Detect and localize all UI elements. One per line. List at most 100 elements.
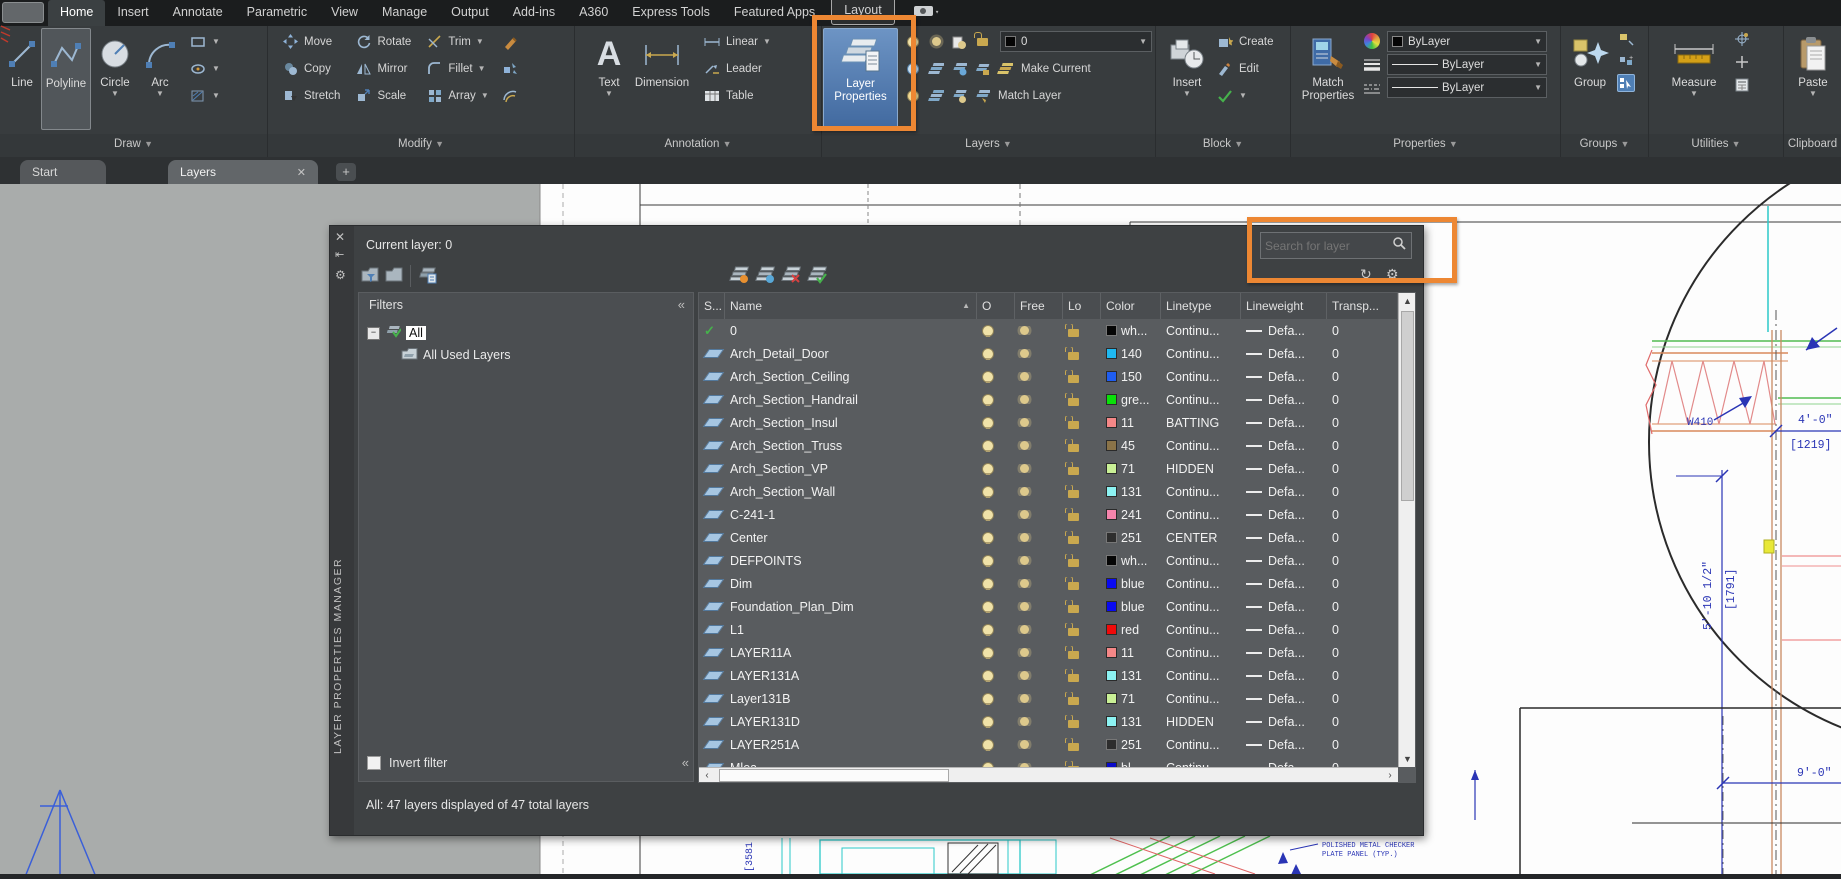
column-header-color[interactable]: Color bbox=[1101, 293, 1161, 319]
layer-freeze-sun-icon[interactable] bbox=[1015, 533, 1063, 542]
layer-unlock-icon[interactable] bbox=[1063, 324, 1101, 337]
layer-linetype[interactable]: Continu... bbox=[1161, 692, 1241, 706]
layer-row-arch_section_handrail[interactable]: Arch_Section_Handrail gre... Continu... Def… bbox=[699, 388, 1398, 411]
panel-label-clipboard[interactable]: Clipboard bbox=[1784, 134, 1841, 157]
layer-linetype[interactable]: HIDDEN bbox=[1161, 462, 1241, 476]
layer-freeze-sun-icon[interactable] bbox=[1015, 625, 1063, 634]
layer-row-l1[interactable]: L1 red Continu... Defa... 0 bbox=[699, 618, 1398, 641]
layer-on-bulb-icon[interactable] bbox=[977, 692, 1015, 705]
layer-lineweight[interactable]: Defa... bbox=[1241, 393, 1327, 407]
layer-unlock-icon[interactable] bbox=[1063, 462, 1101, 475]
layer-lineweight[interactable]: Defa... bbox=[1241, 600, 1327, 614]
layer-linetype[interactable]: Continu... bbox=[1161, 577, 1241, 591]
new-layer-vp-frozen-icon[interactable] bbox=[754, 265, 776, 290]
layer-linetype[interactable]: CENTER bbox=[1161, 531, 1241, 545]
group-edit-icon[interactable]: + bbox=[1617, 52, 1635, 70]
make-current-icon[interactable] bbox=[996, 60, 1014, 78]
panel-label-groups[interactable]: Groups ▼ bbox=[1561, 134, 1648, 157]
tree-expand-icon[interactable]: − bbox=[367, 326, 380, 340]
layer-unlock-icon[interactable] bbox=[1063, 738, 1101, 751]
layer-lineweight[interactable]: Defa... bbox=[1241, 324, 1327, 338]
layer-freeze-sun-icon[interactable] bbox=[1015, 648, 1063, 657]
filter-tree-all-used[interactable]: All Used Layers bbox=[401, 347, 511, 363]
layer-on-bulb-icon[interactable] bbox=[977, 347, 1015, 360]
text-dropdown-icon[interactable]: ▼ bbox=[605, 90, 613, 98]
layer-name[interactable]: 0 bbox=[725, 324, 977, 338]
layer-on-bulb-icon[interactable] bbox=[977, 393, 1015, 406]
layer-row-0[interactable]: ✓ 0 wh... Continu... Defa... 0 bbox=[699, 319, 1398, 342]
circle-dropdown-icon[interactable]: ▼ bbox=[111, 90, 119, 98]
panel-label-annotation[interactable]: Annotation ▼ bbox=[575, 134, 821, 157]
layer-row-foundation_plan_dim[interactable]: Foundation_Plan_Dim blue Continu... Defa...… bbox=[699, 595, 1398, 618]
offset-button[interactable] bbox=[501, 82, 519, 109]
layer-row-layer131d[interactable]: LAYER131D 131 HIDDEN Defa... 0 bbox=[699, 710, 1398, 733]
autohide-pin-icon[interactable]: ⇤ bbox=[335, 248, 344, 261]
ungroup-icon[interactable] bbox=[1617, 30, 1635, 48]
layer-name[interactable]: Arch_Section_Ceiling bbox=[725, 370, 977, 384]
rectangle-tool-button[interactable]: ▼ bbox=[189, 28, 220, 55]
layer-freeze-sun-icon[interactable] bbox=[1015, 326, 1063, 335]
layer-row-layer11a[interactable]: LAYER11A 11 Continu... Defa... 0 bbox=[699, 641, 1398, 664]
layer-linetype[interactable]: Continu... bbox=[1161, 393, 1241, 407]
layer-color[interactable]: 150 bbox=[1101, 370, 1161, 384]
layer-color[interactable]: 45 bbox=[1101, 439, 1161, 453]
layer-lineweight[interactable]: Defa... bbox=[1241, 554, 1327, 568]
layer-name[interactable]: Foundation_Plan_Dim bbox=[725, 600, 977, 614]
ribbon-tab-home[interactable]: Home bbox=[48, 0, 106, 26]
layer-on-bulb-icon[interactable] bbox=[977, 439, 1015, 452]
layer-lineweight[interactable]: Defa... bbox=[1241, 531, 1327, 545]
ribbon-tab-annotate[interactable]: Annotate bbox=[161, 0, 235, 26]
layer-color[interactable]: 71 bbox=[1101, 692, 1161, 706]
insert-block-button[interactable]: Insert ▼ bbox=[1164, 28, 1210, 130]
layer-linetype[interactable]: Continu... bbox=[1161, 646, 1241, 660]
layer-stack-icon-3[interactable] bbox=[927, 87, 945, 105]
layer-row-defpoints[interactable]: DEFPOINTS wh... Continu... Defa... 0 bbox=[699, 549, 1398, 572]
layer-on-bulb-icon[interactable] bbox=[977, 416, 1015, 429]
layer-states-manager-icon[interactable] bbox=[416, 265, 438, 290]
layer-lineweight[interactable]: Defa... bbox=[1241, 623, 1327, 637]
layer-freeze-sun-icon[interactable] bbox=[1015, 487, 1063, 496]
layer-transparency[interactable]: 0 bbox=[1327, 508, 1398, 522]
circle-tool-button[interactable]: Circle ▼ bbox=[91, 28, 139, 130]
layer-linetype[interactable]: Continu... bbox=[1161, 623, 1241, 637]
layer-lineweight[interactable]: Defa... bbox=[1241, 485, 1327, 499]
quick-calc-icon[interactable] bbox=[1733, 76, 1751, 94]
layer-linetype[interactable]: Continu... bbox=[1161, 738, 1241, 752]
layer-unlock-icon[interactable] bbox=[1063, 623, 1101, 636]
layer-linetype[interactable]: Continu... bbox=[1161, 669, 1241, 683]
filter-tree-all[interactable]: − All bbox=[367, 325, 426, 341]
layer-on-bulb-icon[interactable] bbox=[977, 370, 1015, 383]
layer-color[interactable]: wh... bbox=[1101, 554, 1161, 568]
tree-item-all-used-layers[interactable]: All Used Layers bbox=[423, 348, 511, 362]
layer-color[interactable]: 131 bbox=[1101, 669, 1161, 683]
panel-label-layers[interactable]: Layers ▼ bbox=[822, 134, 1155, 157]
hscroll-thumb[interactable] bbox=[719, 769, 949, 782]
layer-linetype[interactable]: Continu... bbox=[1161, 347, 1241, 361]
layer-color[interactable]: 131 bbox=[1101, 715, 1161, 729]
layer-lineweight[interactable]: Defa... bbox=[1241, 715, 1327, 729]
layer-unlock-icon[interactable] bbox=[1063, 508, 1101, 521]
layer-transparency[interactable]: 0 bbox=[1327, 531, 1398, 545]
layer-on-bulb-icon[interactable] bbox=[977, 324, 1015, 337]
layer-name[interactable]: Dim bbox=[725, 577, 977, 591]
trim-button[interactable]: Trim ▼ bbox=[425, 28, 488, 55]
layer-lineweight[interactable]: Defa... bbox=[1241, 462, 1327, 476]
layer-unlock-icon[interactable] bbox=[1063, 439, 1101, 452]
layer-row-mlea-[interactable]: Mlea...bl...Continu...Defa...0 bbox=[699, 756, 1398, 767]
layer-unlock-icon[interactable] bbox=[1063, 554, 1101, 567]
group-button[interactable]: Group bbox=[1565, 28, 1615, 130]
array-button[interactable]: Array ▼ bbox=[425, 82, 489, 109]
layer-row-layer251a[interactable]: LAYER251A 251 Continu... Defa... 0 bbox=[699, 733, 1398, 756]
delete-layer-icon[interactable] bbox=[780, 265, 802, 290]
layer-on-bulb-icon[interactable] bbox=[977, 623, 1015, 636]
layer-freeze-sun-icon[interactable] bbox=[1015, 579, 1063, 588]
layer-on-bulb-icon[interactable] bbox=[977, 715, 1015, 728]
layer-row-arch_detail_door[interactable]: Arch_Detail_Door 140 Continu... Defa... 0 bbox=[699, 342, 1398, 365]
hatch-tool-button[interactable]: ▼ bbox=[189, 82, 220, 109]
layer-freeze-sun-icon[interactable] bbox=[1015, 464, 1063, 473]
panel-label-modify[interactable]: Modify ▼ bbox=[268, 134, 574, 157]
quick-access-toolbar-stub[interactable] bbox=[2, 2, 44, 23]
measure-button[interactable]: Measure ▼ bbox=[1665, 28, 1723, 130]
layer-transparency[interactable]: 0 bbox=[1327, 347, 1398, 361]
layer-unlock-icon[interactable] bbox=[1063, 485, 1101, 498]
